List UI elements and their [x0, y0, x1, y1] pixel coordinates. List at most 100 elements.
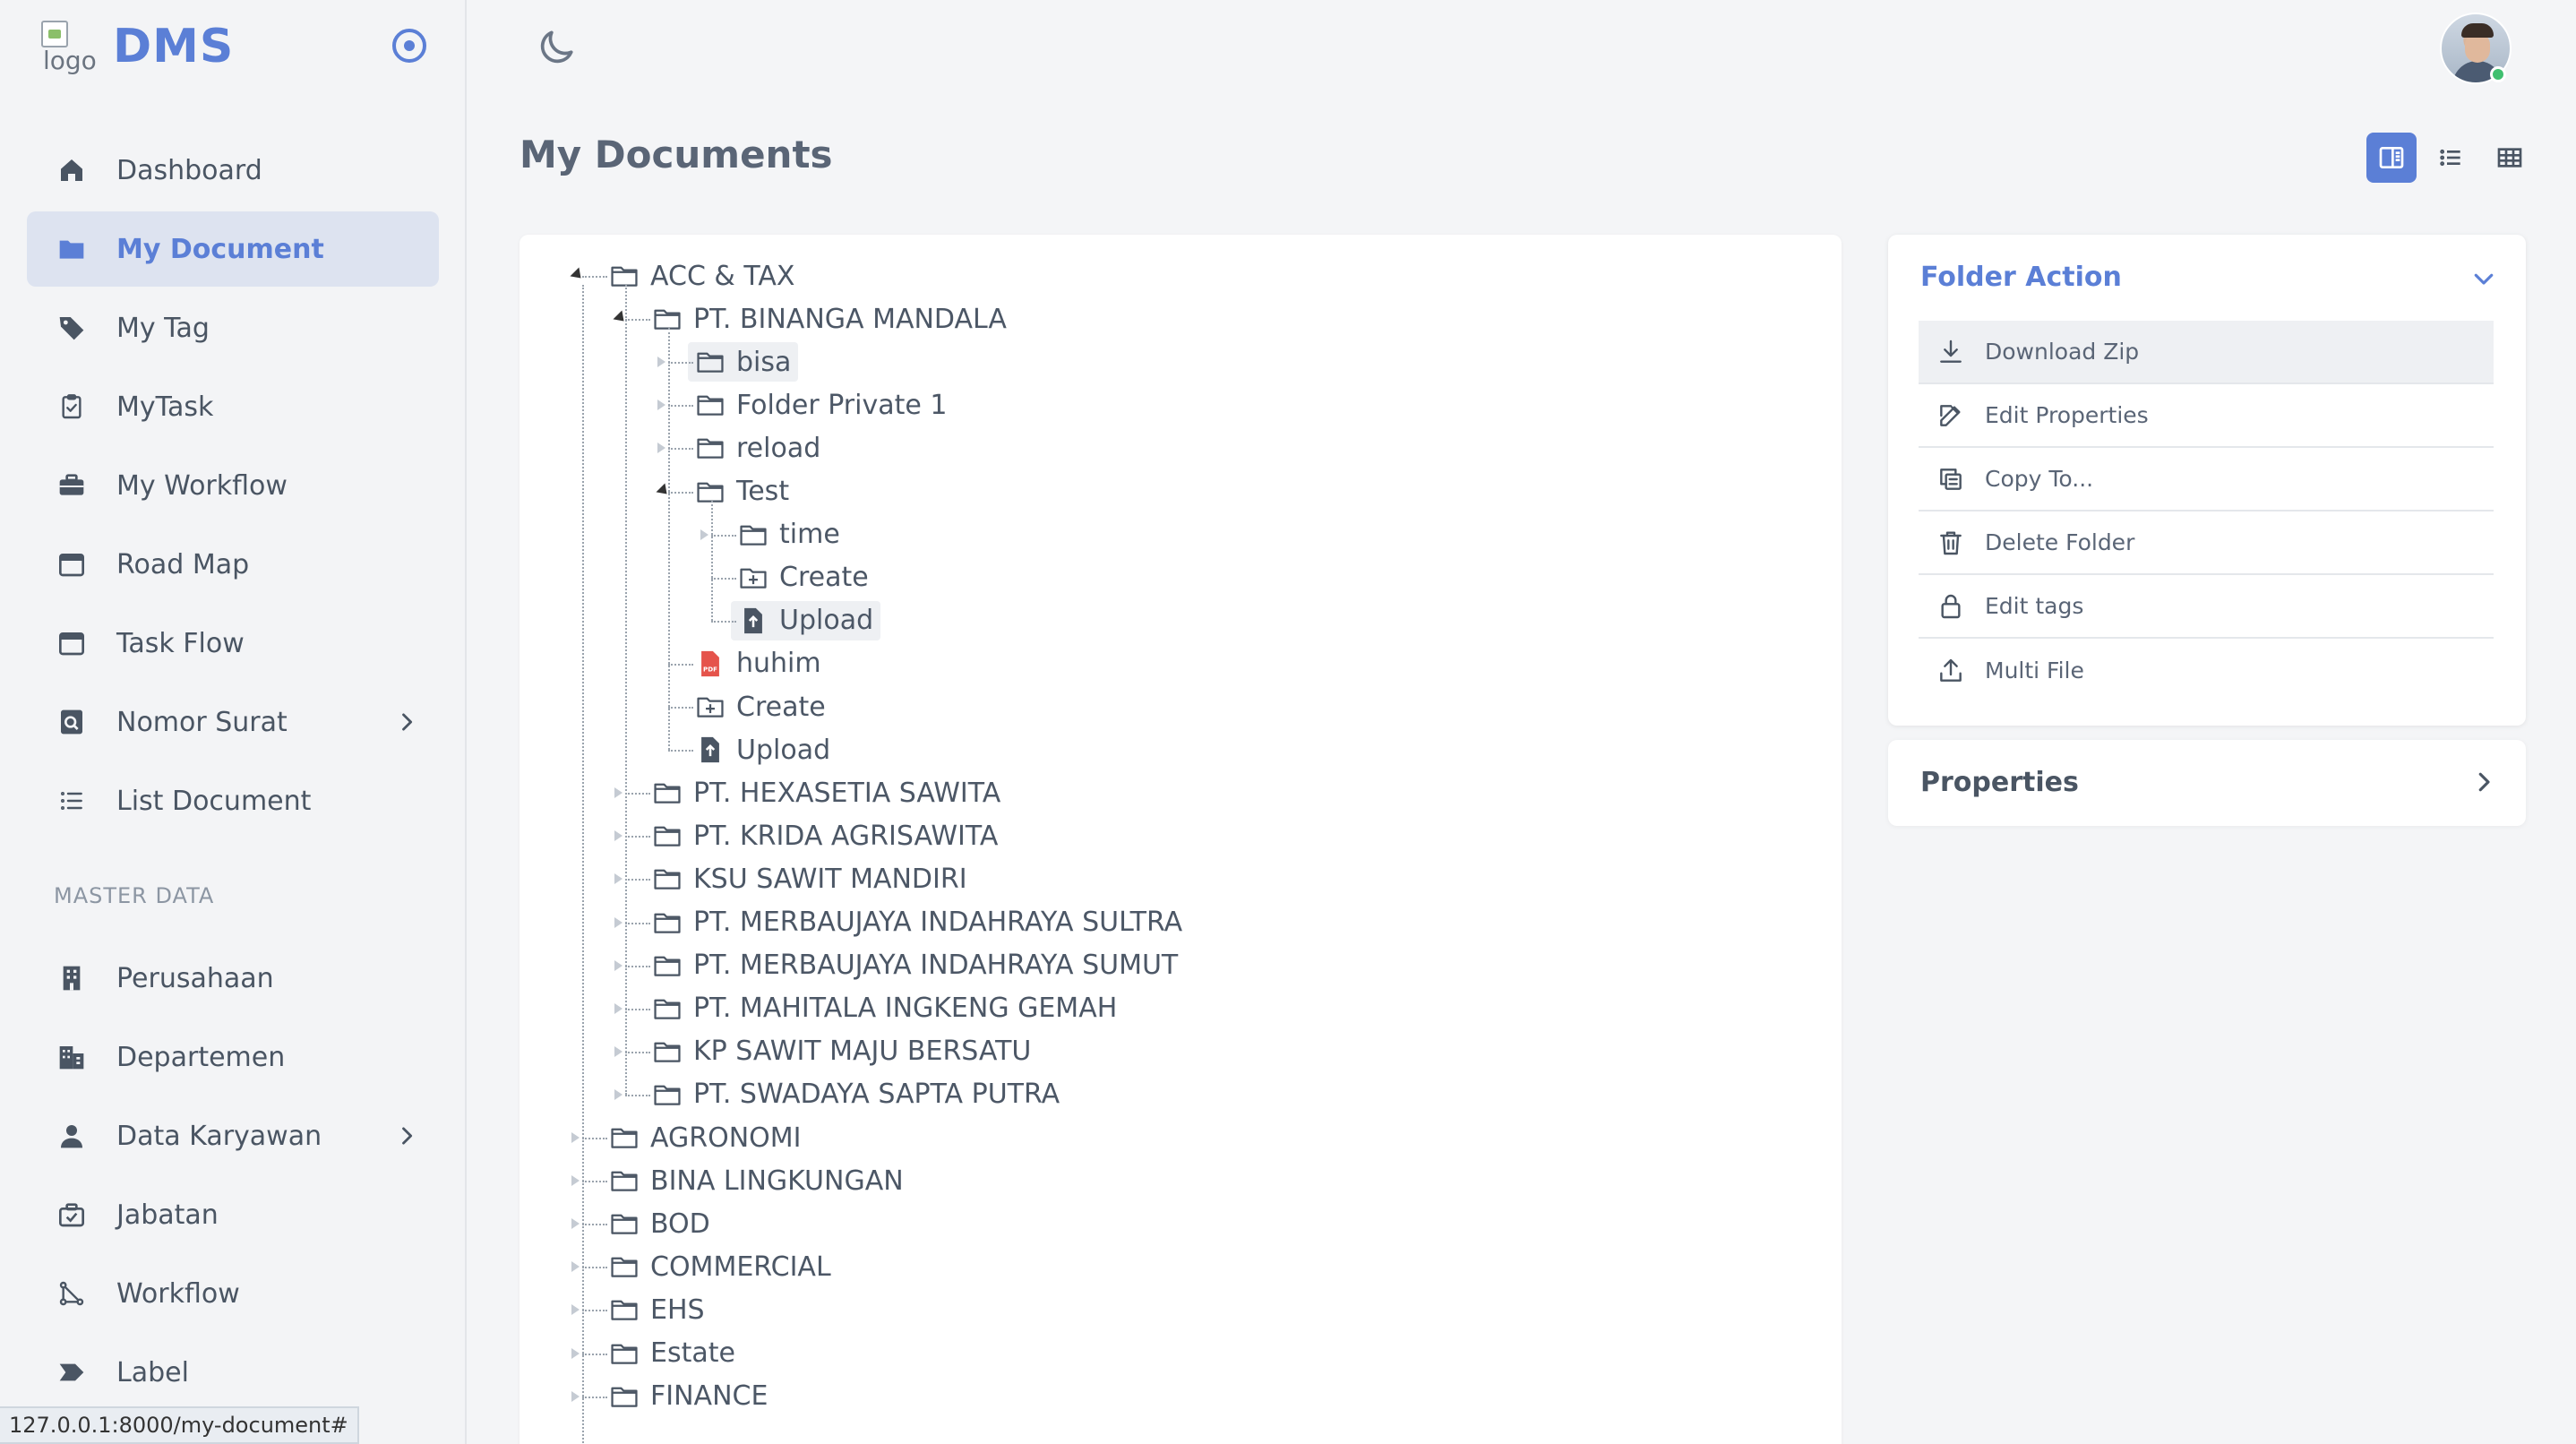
tree-node-label: Upload	[779, 605, 874, 637]
chevron-right-icon[interactable]	[2470, 769, 2497, 795]
tree-expand-toggle[interactable]	[614, 916, 623, 928]
tree-node[interactable]: PT. HEXASETIA SAWITA	[652, 773, 1000, 812]
action-download-zip[interactable]: Download Zip	[1919, 321, 2494, 384]
tree-node[interactable]: EHS	[609, 1290, 705, 1329]
sidebar-item-my-workflow[interactable]: My Workflow	[27, 448, 439, 523]
chevron-down-icon[interactable]	[2470, 265, 2497, 292]
folder-action-title[interactable]: Folder Action	[1920, 262, 2122, 293]
tree-node[interactable]: Create	[738, 558, 869, 597]
tree-node[interactable]: Folder Private 1	[695, 385, 947, 425]
tree-node[interactable]: PT. MERBAUJAYA INDAHRAYA SULTRA	[652, 903, 1182, 942]
sidebar-item-dashboard[interactable]: Dashboard	[27, 133, 439, 208]
tree-node-label: PT. HEXASETIA SAWITA	[693, 777, 1001, 809]
tree-expand-toggle[interactable]	[571, 1218, 580, 1230]
tree-expand-toggle[interactable]	[571, 1132, 580, 1143]
tree-node[interactable]: COMMERCIAL	[609, 1247, 831, 1286]
sidebar-item-my-tag[interactable]: My Tag	[27, 290, 439, 365]
tree-expand-toggle[interactable]	[614, 1002, 623, 1014]
tree-expand-toggle[interactable]	[571, 1175, 580, 1187]
sidebar-item-label: My Workflow	[116, 469, 288, 502]
tree-expand-toggle[interactable]	[700, 529, 708, 540]
tree-node[interactable]: Create	[695, 687, 826, 726]
folder-action-list: Download Zip Edit Properties Copy To... Del…	[1919, 321, 2494, 702]
action-edit-tags[interactable]: Edit tags	[1919, 575, 2494, 639]
folder-icon	[609, 1122, 640, 1153]
tree-node[interactable]: BOD	[609, 1204, 710, 1243]
sidebar-item-jabatan[interactable]: Jabatan	[27, 1177, 439, 1252]
tree-node[interactable]: FINANCE	[609, 1377, 768, 1416]
tree-expand-toggle[interactable]	[614, 959, 623, 971]
tree-node[interactable]: BINA LINGKUNGAN	[609, 1161, 904, 1200]
tree-node[interactable]: Upload	[695, 730, 830, 769]
split-view-button[interactable]	[2366, 133, 2417, 183]
tree-node[interactable]: PT. MERBAUJAYA INDAHRAYA SUMUT	[652, 946, 1178, 985]
upload-icon	[1940, 658, 1962, 682]
sidebar-item-road-map[interactable]: Road Map	[27, 527, 439, 602]
tree-expand-toggle[interactable]	[614, 830, 623, 842]
calendar-icon	[57, 629, 86, 658]
sidebar-item-my-document[interactable]: My Document	[27, 211, 439, 287]
action-copy-to[interactable]: Copy To...	[1919, 448, 2494, 511]
tree-node[interactable]: ACC & TAX	[609, 256, 794, 296]
tree-expand-toggle[interactable]	[657, 443, 665, 454]
tree-expand-toggle[interactable]	[614, 873, 623, 885]
sidebar-item-label[interactable]: Label	[27, 1335, 439, 1410]
dark-mode-moon-icon[interactable]	[534, 25, 579, 70]
sidebar-item-mytask[interactable]: MyTask	[27, 369, 439, 444]
tree-collapse-toggle[interactable]	[570, 267, 586, 283]
tree-node-label: PT. KRIDA AGRISAWITA	[693, 820, 999, 852]
sidebar-item-perusahaan[interactable]: Perusahaan	[27, 941, 439, 1016]
file-upload-icon	[738, 606, 769, 636]
tree-node[interactable]: bisa	[688, 342, 799, 382]
sidebar-item-departemen[interactable]: Departemen	[27, 1019, 439, 1095]
sidebar-item-nomor-surat[interactable]: Nomor Surat	[27, 684, 439, 760]
tree-node[interactable]: PT. MAHITALA INGKENG GEMAH	[652, 989, 1117, 1028]
tree-node[interactable]: Upload	[731, 600, 881, 640]
file-upload-icon	[695, 735, 726, 765]
tree-node[interactable]: Test	[695, 472, 789, 511]
sidebar-item-task-flow[interactable]: Task Flow	[27, 606, 439, 681]
tree-expand-toggle[interactable]	[614, 787, 623, 799]
tree-expand-toggle[interactable]	[614, 1088, 623, 1100]
tree-connector	[625, 879, 650, 881]
tree-node[interactable]: AGRONOMI	[609, 1118, 802, 1157]
tree-node[interactable]: Estate	[609, 1334, 735, 1373]
tree-expand-toggle[interactable]	[571, 1390, 580, 1402]
sidebar-item-list-document[interactable]: List Document	[27, 763, 439, 838]
tree-expand-toggle[interactable]	[571, 1261, 580, 1273]
action-delete-folder[interactable]: Delete Folder	[1919, 511, 2494, 575]
sidebar-item-label: Workflow	[116, 1277, 240, 1310]
action-multi-file[interactable]: Multi File	[1919, 639, 2494, 702]
sidebar-toggle-target-icon[interactable]	[392, 29, 426, 63]
action-label: Download Zip	[1985, 339, 2140, 365]
tree-node[interactable]: time	[738, 515, 840, 554]
tree-expand-toggle[interactable]	[657, 357, 665, 368]
grid-view-button[interactable]	[2485, 133, 2535, 183]
tree-node[interactable]: PT. KRIDA AGRISAWITA	[652, 816, 998, 855]
home-icon	[57, 156, 86, 185]
tree-connector	[625, 319, 650, 322]
tree-node[interactable]: PT. BINANGA MANDALA	[652, 299, 1007, 339]
list-view-button[interactable]	[2426, 133, 2476, 183]
tree-expand-toggle[interactable]	[657, 400, 665, 411]
action-edit-properties[interactable]: Edit Properties	[1919, 384, 2494, 448]
tree-expand-toggle[interactable]	[571, 1347, 580, 1359]
tree-node[interactable]: PDF huhim	[695, 644, 821, 683]
tree-node[interactable]: PT. SWADAYA SAPTA PUTRA	[652, 1075, 1060, 1114]
tree-connector	[625, 793, 650, 795]
tree-node[interactable]: KSU SAWIT MANDIRI	[652, 859, 967, 898]
tree-connector	[711, 620, 736, 623]
tree-connector	[668, 328, 670, 751]
sidebar-item-data-karyawan[interactable]: Data Karyawan	[27, 1098, 439, 1173]
brand[interactable]: logo DMS	[41, 20, 234, 75]
tree-connector	[625, 1094, 650, 1096]
properties-card[interactable]: Properties	[1888, 740, 2526, 826]
tree-node[interactable]: reload	[695, 428, 820, 468]
sidebar-item-workflow[interactable]: Workflow	[27, 1256, 439, 1331]
status-bar-url: 127.0.0.1:8000/my-document#	[0, 1406, 359, 1444]
tree-expand-toggle[interactable]	[571, 1304, 580, 1316]
tree-node[interactable]: KP SAWIT MAJU BERSATU	[652, 1032, 1031, 1071]
folder-icon	[652, 1036, 683, 1067]
action-label: Edit Properties	[1985, 402, 2149, 428]
tree-expand-toggle[interactable]	[614, 1045, 623, 1057]
